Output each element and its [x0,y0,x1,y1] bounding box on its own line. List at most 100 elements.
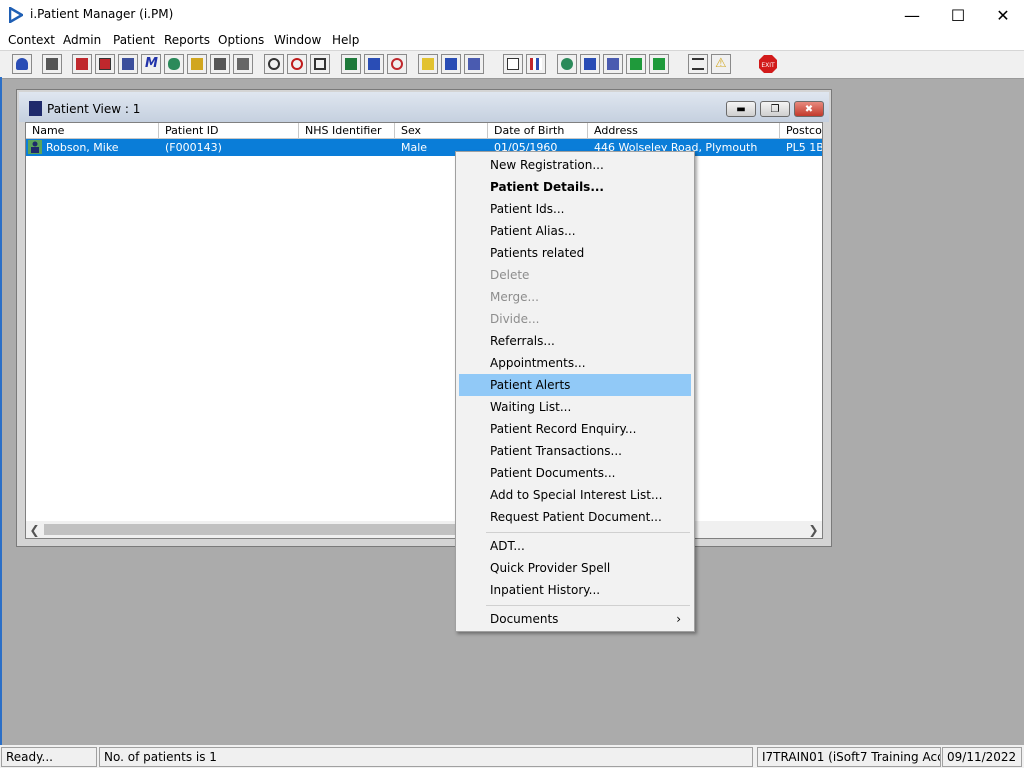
minimize-button[interactable]: — [889,0,935,30]
menu-item-patient-record-enquiry[interactable]: Patient Record Enquiry... [459,418,691,440]
person-icon[interactable] [12,54,32,74]
gauge-icon[interactable] [387,54,407,74]
status-patient-count: No. of patients is 1 [99,747,753,767]
check-doc-icon[interactable] [580,54,600,74]
edit-icon[interactable] [187,54,207,74]
menu-item-referrals[interactable]: Referrals... [459,330,691,352]
patient-view-title: Patient View : 1 [47,102,141,116]
form-icon[interactable] [364,54,384,74]
column-header-patient-id[interactable]: Patient ID [159,123,299,139]
verify-doc-icon[interactable] [603,54,623,74]
status-date: 09/11/2022 [942,747,1022,767]
column-header-dob[interactable]: Date of Birth [488,123,588,139]
menu-item-patient-alias[interactable]: Patient Alias... [459,220,691,242]
svg-text:EXIT: EXIT [761,62,775,69]
menu-item-patient-ids[interactable]: Patient Ids... [459,198,691,220]
warning-icon[interactable]: ⚠ [711,54,731,74]
card-icon[interactable] [310,54,330,74]
update-doc-icon[interactable] [649,54,669,74]
menu-reports[interactable]: Reports [164,33,210,47]
exit-icon[interactable]: EXIT [758,54,778,74]
search-doc-icon[interactable] [264,54,284,74]
mdi-minimize-button[interactable]: ▬ [726,101,756,117]
menu-item-delete: Delete [490,268,530,282]
column-header-address[interactable]: Address [588,123,780,139]
menu-window[interactable]: Window [274,33,321,47]
menu-item-add-special-interest[interactable]: Add to Special Interest List... [459,484,691,506]
menu-patient[interactable]: Patient [113,33,155,47]
menu-item-request-patient-document[interactable]: Request Patient Document... [459,506,691,528]
toolbar: M ⚠ EXIT [0,50,1024,79]
patient-view-titlebar[interactable]: Patient View : 1 ▬ ❐ ✖ [19,92,829,122]
menu-separator [486,532,690,533]
menu-item-documents-label: Documents [490,612,559,626]
maximize-button[interactable]: ☐ [935,0,981,30]
check-list-icon[interactable] [118,54,138,74]
patient-view-window: Patient View : 1 ▬ ❐ ✖ Name Patient ID N… [16,89,832,547]
notebook-icon[interactable] [95,54,115,74]
clock-icon[interactable] [287,54,307,74]
bed-icon[interactable] [441,54,461,74]
globe-icon[interactable] [557,54,577,74]
patient-view-icon [29,101,42,116]
id-card-icon[interactable] [341,54,361,74]
close-button[interactable]: ✕ [980,0,1024,30]
status-account: I7TRAIN01 (iSoft7 Training Account) [757,747,941,767]
status-bar: Ready... No. of patients is 1 I7TRAIN01 … [0,745,1024,768]
table-row[interactable]: Robson, Mike (F000143) Male 01/05/1960 4… [26,139,823,157]
nurse-icon[interactable] [464,54,484,74]
approve-doc-icon[interactable] [626,54,646,74]
chart-icon[interactable] [526,54,546,74]
menu-item-patient-documents[interactable]: Patient Documents... [459,462,691,484]
context-menu: New Registration... Patient Details... P… [455,151,695,632]
mdi-close-button[interactable]: ✖ [794,101,824,117]
menu-bar: Context Admin Patient Reports Options Wi… [0,30,1024,50]
workspace-edge [0,77,2,745]
menu-item-adt[interactable]: ADT... [459,535,691,557]
menu-admin[interactable]: Admin [63,33,101,47]
doctor-icon[interactable] [164,54,184,74]
menu-item-merge: Merge... [490,290,539,304]
flag-icon[interactable] [233,54,253,74]
menu-context[interactable]: Context [8,33,55,47]
mdi-restore-button[interactable]: ❐ [760,101,790,117]
horizontal-scrollbar[interactable]: ❮ ❯ [26,521,822,538]
menu-item-documents[interactable]: Documents › [459,608,691,630]
column-header-sex[interactable]: Sex [395,123,488,139]
menu-item-new-registration[interactable]: New Registration... [459,154,691,176]
app-logo-icon [8,5,25,26]
menu-item-divide: Divide... [490,312,540,326]
column-header-name[interactable]: Name [26,123,159,139]
cell-name: Robson, Mike [46,141,119,154]
menu-help[interactable]: Help [332,33,359,47]
patient-row-icon [28,140,42,157]
menu-item-patient-alerts[interactable]: Patient Alerts [459,374,691,396]
chevron-right-icon: › [676,612,681,626]
printer-icon[interactable] [42,54,62,74]
menu-item-quick-provider-spell[interactable]: Quick Provider Spell [459,557,691,579]
menu-item-patient-transactions[interactable]: Patient Transactions... [459,440,691,462]
scroll-left-icon[interactable]: ❮ [26,521,43,538]
menu-separator [486,605,690,606]
menu-item-patient-details[interactable]: Patient Details... [459,176,691,198]
m-icon[interactable]: M [141,54,161,74]
document-icon[interactable] [503,54,523,74]
menu-item-patients-related[interactable]: Patients related [459,242,691,264]
scroll-thumb[interactable] [44,524,524,535]
menu-item-appointments[interactable]: Appointments... [459,352,691,374]
patient-list[interactable]: Name Patient ID NHS Identifier Sex Date … [25,122,823,539]
note-icon[interactable] [418,54,438,74]
title-bar: i.Patient Manager (i.PM) — ☐ ✕ [0,0,1024,30]
menu-item-waiting-list[interactable]: Waiting List... [459,396,691,418]
cell-patient-id: (F000143) [165,141,222,154]
flag-icon[interactable] [210,54,230,74]
column-header-postcode[interactable]: Postcod [780,123,822,139]
book-icon[interactable] [72,54,92,74]
menu-options[interactable]: Options [218,33,264,47]
transfer-icon[interactable] [688,54,708,74]
cell-postcode: PL5 1B [786,141,823,154]
column-header-nhs-identifier[interactable]: NHS Identifier [299,123,395,139]
scroll-right-icon[interactable]: ❯ [805,521,822,538]
window-title: i.Patient Manager (i.PM) [30,7,174,21]
menu-item-inpatient-history[interactable]: Inpatient History... [459,579,691,601]
